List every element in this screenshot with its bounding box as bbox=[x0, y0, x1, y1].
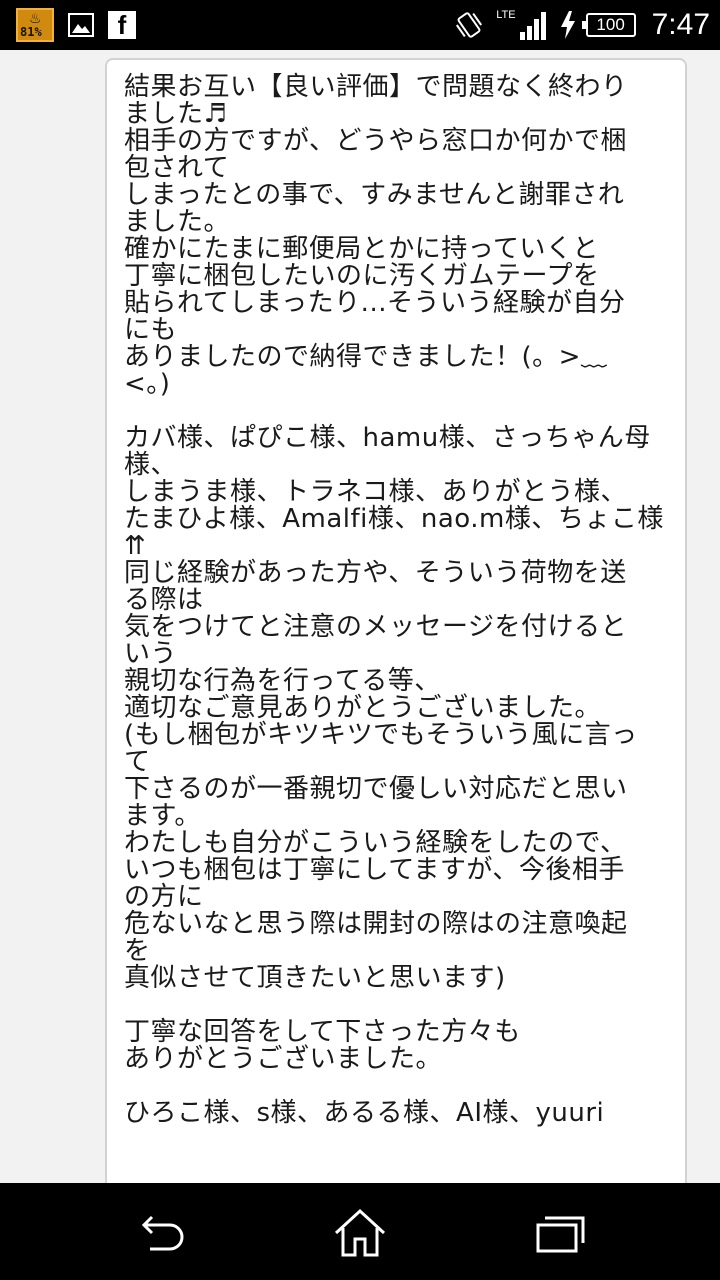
message-line: 相手の方ですが、どうやら窓口か何かで梱 bbox=[124, 126, 627, 156]
message-line: 様、 bbox=[124, 450, 178, 480]
message-line: て bbox=[124, 747, 151, 777]
system-icons: LTE 100 7:47 bbox=[452, 0, 710, 50]
message-line: 適切なご意見ありがとうございました。 bbox=[124, 693, 602, 723]
message-line: 下さるのが一番親切で優しい対応だと思い bbox=[124, 774, 628, 804]
message-line: 丁寧に梱包したいのに汚くガムテープを bbox=[124, 261, 600, 291]
message-line: 貼られてしまったり...そういう経験が自分 bbox=[124, 288, 626, 318]
status-bar: ♨ 81% f LTE 100 7:47 bbox=[0, 0, 720, 50]
message-line: ありましたので納得できました！(。>﹏ bbox=[124, 342, 608, 372]
message-line: ひろこ様、s様、あるる様、AI様、yuuri bbox=[124, 1098, 605, 1128]
back-icon[interactable] bbox=[130, 1203, 190, 1263]
message-line: を bbox=[124, 936, 151, 966]
message-line: カバ様、ぱぴこ様、hamu様、さっちゃん母 bbox=[124, 423, 651, 453]
clock: 7:47 bbox=[651, 8, 710, 41]
message-line: いつも梱包は丁寧にしてますが、今後相手 bbox=[124, 855, 625, 885]
vibrate-icon bbox=[456, 12, 483, 38]
recent-apps-icon[interactable] bbox=[530, 1203, 590, 1263]
facebook-icon: f bbox=[108, 11, 136, 39]
message-line: 真似させて頂きたいと思います) bbox=[124, 963, 506, 993]
message-line: 危ないなと思う際は開封の際はの注意喚起 bbox=[124, 909, 628, 939]
message-line: ました。 bbox=[124, 207, 231, 237]
message-line: 気をつけてと注意のメッセージを付けると bbox=[124, 612, 627, 642]
battery-level: 100 bbox=[581, 13, 636, 37]
message-line: 同じ経験があった方や、そういう荷物を送 bbox=[124, 558, 627, 588]
message-line: る際は bbox=[124, 585, 204, 615]
message-line: しまったとの事で、すみませんと謝罪され bbox=[124, 180, 625, 210]
navigation-bar bbox=[0, 1183, 720, 1280]
content-area[interactable]: 結果お互い【良い評価】で問題なく終わり ました♬ 相手の方ですが、どうやら窓口か何か… bbox=[0, 50, 720, 1183]
message-line: ありがとうございました。 bbox=[124, 1044, 443, 1074]
battery-app-percent: 81% bbox=[20, 25, 42, 39]
home-icon[interactable] bbox=[330, 1203, 390, 1263]
signal-icon bbox=[519, 12, 546, 40]
message-line: にも bbox=[124, 315, 178, 345]
message-line: の方に bbox=[124, 882, 204, 912]
message-line: 包されて bbox=[124, 153, 230, 183]
message-line: 結果お互い【良い評価】で問題なく終わり bbox=[124, 72, 628, 102]
message-line: ます。 bbox=[124, 801, 201, 831]
message-box[interactable]: 結果お互い【良い評価】で問題なく終わり ました♬ 相手の方ですが、どうやら窓口か何か… bbox=[105, 58, 687, 1183]
message-line: わたしも自分がこういう経験をしたので、 bbox=[124, 828, 627, 858]
network-type: LTE bbox=[496, 9, 516, 21]
message-line: しまうま様、トラネコ様、ありがとう様、 bbox=[124, 477, 627, 507]
message-line: いう bbox=[124, 639, 178, 669]
message-line: 親切な行為を行ってる等、 bbox=[124, 666, 441, 696]
message-line: ⇈ bbox=[124, 531, 147, 561]
notification-icons: ♨ 81% f bbox=[16, 8, 136, 42]
gallery-icon bbox=[68, 13, 94, 37]
message-line: 確かにたまに郵便局とかに持っていくと bbox=[124, 234, 599, 264]
message-line: (もし梱包がキツキツでもそういう風に言っ bbox=[124, 720, 638, 750]
battery-app-icon: ♨ 81% bbox=[16, 8, 54, 42]
message-text: 結果お互い【良い評価】で問題なく終わり ました♬ 相手の方ですが、どうやら窓口か何か… bbox=[124, 74, 680, 1127]
message-line: たまひよ様、Amalfi様、nao.m様、ちょこ様 bbox=[124, 504, 664, 534]
message-line: 丁寧な回答をして下さった方々も bbox=[124, 1017, 521, 1047]
message-line: <。) bbox=[124, 369, 171, 399]
message-line: ました♬ bbox=[124, 99, 228, 129]
charging-icon bbox=[560, 11, 575, 39]
